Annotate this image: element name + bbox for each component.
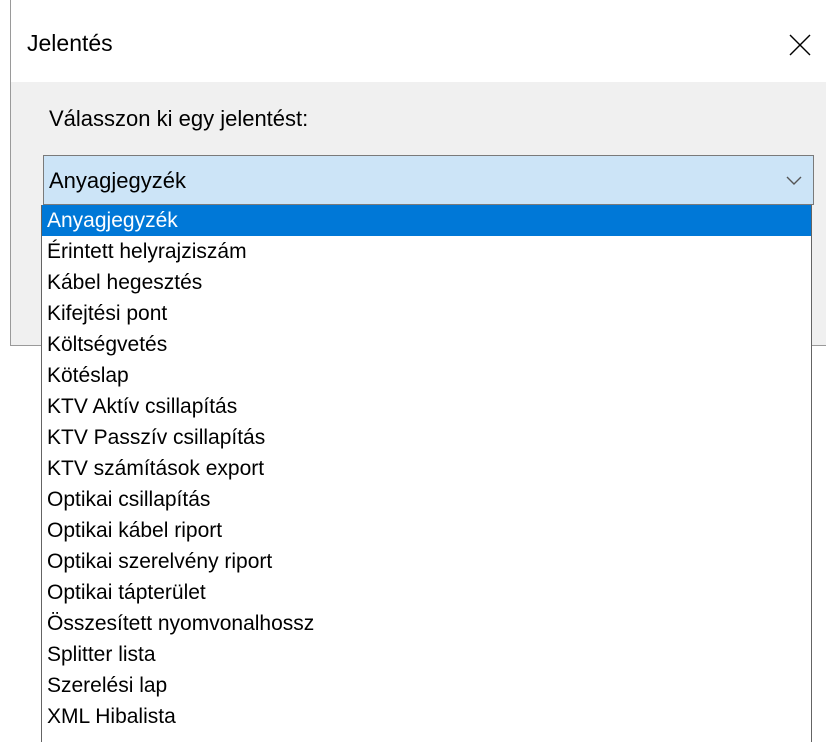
dropdown-option[interactable]: Szerelési lap: [42, 670, 811, 701]
dropdown-option[interactable]: Anyagjegyzék: [42, 205, 811, 236]
dropdown-option[interactable]: KTV Aktív csillapítás: [42, 391, 811, 422]
dropdown-option[interactable]: KTV Passzív csillapítás: [42, 422, 811, 453]
report-select[interactable]: Anyagjegyzék: [43, 155, 814, 205]
dropdown-option[interactable]: Költségvetés: [42, 329, 811, 360]
dropdown-option[interactable]: Optikai kábel riport: [42, 515, 811, 546]
dropdown-option[interactable]: Kábel hegesztés: [42, 267, 811, 298]
dropdown-option[interactable]: Splitter lista: [42, 639, 811, 670]
dropdown-option[interactable]: Érintett helyrajziszám: [42, 236, 811, 267]
dropdown-option[interactable]: KTV számítások export: [42, 453, 811, 484]
report-select-value: Anyagjegyzék: [49, 168, 186, 193]
report-prompt-label: Válasszon ki egy jelentést:: [49, 106, 309, 131]
dropdown-option[interactable]: Optikai szerelvény riport: [42, 546, 811, 577]
close-button[interactable]: [773, 18, 826, 72]
close-icon: [789, 34, 811, 56]
dropdown-option[interactable]: Összesített nyomvonalhossz: [42, 608, 811, 639]
dialog-title: Jelentés: [27, 30, 113, 56]
title-bar: Jelentés: [11, 0, 826, 82]
dropdown-option[interactable]: Kifejtési pont: [42, 298, 811, 329]
dropdown-option[interactable]: Optikai tápterület: [42, 577, 811, 608]
dropdown-option[interactable]: Optikai csillapítás: [42, 484, 811, 515]
chevron-down-icon[interactable]: [784, 173, 804, 187]
dropdown-option[interactable]: XML Hibalista: [42, 701, 811, 732]
report-dropdown-list[interactable]: Anyagjegyzék Érintett helyrajziszám Kábel …: [41, 205, 812, 742]
dropdown-option[interactable]: Kötéslap: [42, 360, 811, 391]
